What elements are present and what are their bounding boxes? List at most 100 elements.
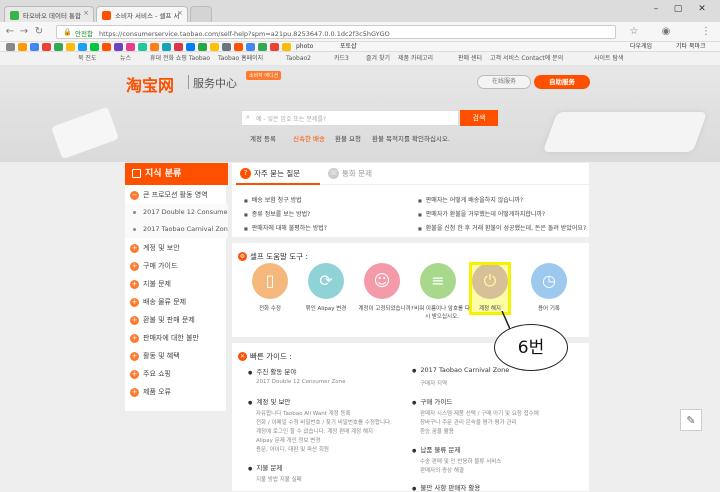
bookmark-icon[interactable] [42,43,51,51]
search-input[interactable]: ⌕ 예 - 잊은 암호 또는 문제를? [241,110,459,126]
bookmark-icon[interactable] [126,43,135,51]
guide-link[interactable]: 자유합니다 Taobao Ali Want 계정 등록 [256,409,351,417]
guide-link[interactable]: 판매자의 증상 해결 [420,466,464,474]
hot-link[interactable]: 환불 요청 [335,133,361,143]
sidebar-subitem-double12[interactable]: 2017 Double 12 Consumer Zone [125,204,228,221]
hot-link[interactable]: 계정 등록 [250,133,276,143]
faq-question[interactable]: 판매자가 환불을 거부했는데 어떻게하지합니까? [418,209,588,218]
guide-link[interactable]: 구매자 지역 [420,379,447,387]
bookmark-icon[interactable] [162,43,171,51]
bookmark-photo[interactable]: photo [296,42,313,52]
sidebar-item-payment[interactable]: + 지불 문제 [125,276,228,293]
extension-icon[interactable]: ◉ [660,26,672,38]
site-nav-item[interactable]: 북 진도 [78,52,96,66]
tool-label[interactable]: 전화 수정 [252,304,288,312]
site-nav-item[interactable]: 판매 센터 [458,52,482,66]
new-tab-button[interactable] [190,6,212,22]
bookmark-icon[interactable] [186,43,195,51]
tool-label[interactable]: 묶인 Alipay 변경 [300,304,352,312]
site-nav-item[interactable]: Taobao2 [286,52,311,66]
tool-change-alipay[interactable]: ⟳ [308,263,344,299]
faq-question[interactable]: 판매자는 어떻게 배송을하지 않습니까? [418,195,588,204]
tool-recover-password[interactable]: ≡ [420,263,456,299]
bookmark-other[interactable]: 기타 북마크 [676,42,706,52]
tab-call-issues[interactable]: ☏ 통화 문제 [324,163,394,185]
site-nav-item[interactable]: 즐겨 찾기 [366,52,390,66]
tab-close-icon[interactable]: × [83,9,89,17]
close-window-icon[interactable]: ✕ [694,3,710,15]
guide-link[interactable]: 용문, 아이디, 대판 및 파산 회원 [256,445,329,453]
guide-link[interactable]: Alipay 문제 개인 정보 변경 [256,436,320,444]
guide-link[interactable]: 지불 방법 지불 실패 [256,475,302,483]
guide-heading[interactable]: 불만 사항 판매자 활용 [412,482,480,492]
faq-question[interactable]: 배송 보험 청구 방법 [244,195,414,204]
tool-label[interactable]: 계정이 고정되었습니까? [356,304,416,312]
bookmark-icon[interactable] [18,43,27,51]
bookmark-icon[interactable] [138,43,147,51]
guide-heading[interactable]: 2017 Taobao Carnival Zone [412,366,509,374]
bookmark-icon[interactable] [270,43,279,51]
sidebar-item-account[interactable]: + 계정 및 보안 [125,240,228,257]
hot-link[interactable]: 환불 목적지를 확인하십시오. [372,133,450,143]
self-service-button[interactable]: 自助服务 [534,75,590,89]
bookmark-icon[interactable] [234,43,243,51]
apps-icon[interactable] [6,43,15,51]
tab-faq[interactable]: ? 자주 묻는 질문 [236,163,320,185]
bookmark-icon[interactable] [54,43,63,51]
guide-heading[interactable]: 계정 및 보안 [248,396,290,406]
bookmark-icon[interactable] [210,43,219,51]
guide-link[interactable]: 2017 Double 12 Consumer Zone [256,379,346,385]
site-nav-item[interactable]: 카드3 [334,52,349,66]
maximize-icon[interactable]: ▢ [670,3,686,15]
bookmark-icon[interactable] [246,43,255,51]
bookmark-icon[interactable] [222,43,231,51]
tool-history[interactable]: ◷ [531,263,567,299]
guide-link[interactable]: 계정에 로그인 할 수 없습니다. 계정 판매 계정 해지 [256,427,373,435]
sidebar-item-product-error[interactable]: + 제품 오류 [125,384,228,401]
star-icon[interactable]: ☆ [628,26,640,38]
guide-heading[interactable]: 구매 가이드 [412,396,452,406]
guide-heading[interactable]: 주진 활동 분야 [248,366,296,376]
sidebar-item-activities[interactable]: + 활동 및 혜택 [125,348,228,365]
site-nav-item[interactable]: 사이트 탐색 [594,52,624,66]
bookmark-icon[interactable] [174,43,183,51]
minimize-icon[interactable]: – [648,3,664,15]
site-nav-item[interactable]: 휴대 전화 쇼핑 Taobao [150,52,210,66]
forward-icon[interactable]: → [18,26,30,38]
sidebar-item-complaint[interactable]: + 판매자에 대한 불만 [125,330,228,347]
tool-label[interactable]: 비워 이름이나 암호를 다시 받으십시오. [412,304,472,320]
bookmark-icon[interactable] [258,43,267,51]
tool-change-phone[interactable]: ▯ [252,263,288,299]
taobao-logo[interactable]: 淘宝网 [126,72,174,96]
bookmark-icon[interactable] [78,43,87,51]
bookmark-icon[interactable] [282,43,291,51]
tool-account-frozen[interactable]: ☺ [364,263,400,299]
guide-link[interactable]: 장바구니 주문 관리 은숙을 평가 평가 관리 [420,418,517,426]
site-nav-item[interactable]: 제품 카테고리 [398,52,433,66]
guide-link[interactable]: 판매자 시스템 제품 선택 / 구매 아기 및 요청 접수에 [420,409,539,417]
browser-tab-2[interactable]: 소비자 서비스 - 셀프 서 × [96,6,188,22]
guide-link[interactable]: 수송 판매 및 인 반응하 물류 서비스 [420,457,501,465]
bookmark-icon[interactable] [30,43,39,51]
faq-question[interactable]: 환불을 신청 한 후 거래 환불이 성공했는데, 돈은 돌려 받았어요? [418,223,588,232]
sidebar-item-refund[interactable]: + 환불 및 판매 문제 [125,312,228,329]
site-nav-item[interactable]: 고객 서비스 Contact에 문의 [490,52,563,66]
guide-link[interactable]: 환승 꿈을 활용 [420,427,454,435]
bookmark-icon[interactable] [150,43,159,51]
online-service-button[interactable]: 在线服务 [477,75,531,89]
url-input[interactable]: 🔒 안전함 https://consumerservice.taobao.com… [56,25,616,39]
bookmark-icon[interactable] [90,43,99,51]
sidebar-item-shopping[interactable]: + 주요 쇼핑 [125,366,228,383]
tool-label[interactable]: 용어 기록 [531,304,567,312]
guide-heading[interactable]: 지불 문제 [248,462,282,472]
reload-icon[interactable]: ↻ [33,26,45,38]
browser-tab-1[interactable]: 타오바오 데이터 통합 × [4,6,94,22]
guide-link[interactable]: 전화 / 이메일 수정 비밀번호 / 찾기 비밀번호를 수정합니다. [256,418,392,426]
bookmark-icon[interactable] [66,43,75,51]
sidebar-subitem-carnival[interactable]: 2017 Taobao Carnival Zone [125,221,228,238]
bookmark-daum-game[interactable]: 다우게임 [630,42,652,52]
menu-icon[interactable]: ⋮ [700,26,712,38]
sidebar-item-promotion[interactable]: − 큰 프로모션 활동 영역 [125,187,228,204]
bookmark-photoshop[interactable]: 포토샵 [340,42,357,52]
bookmark-icon[interactable] [198,43,207,51]
